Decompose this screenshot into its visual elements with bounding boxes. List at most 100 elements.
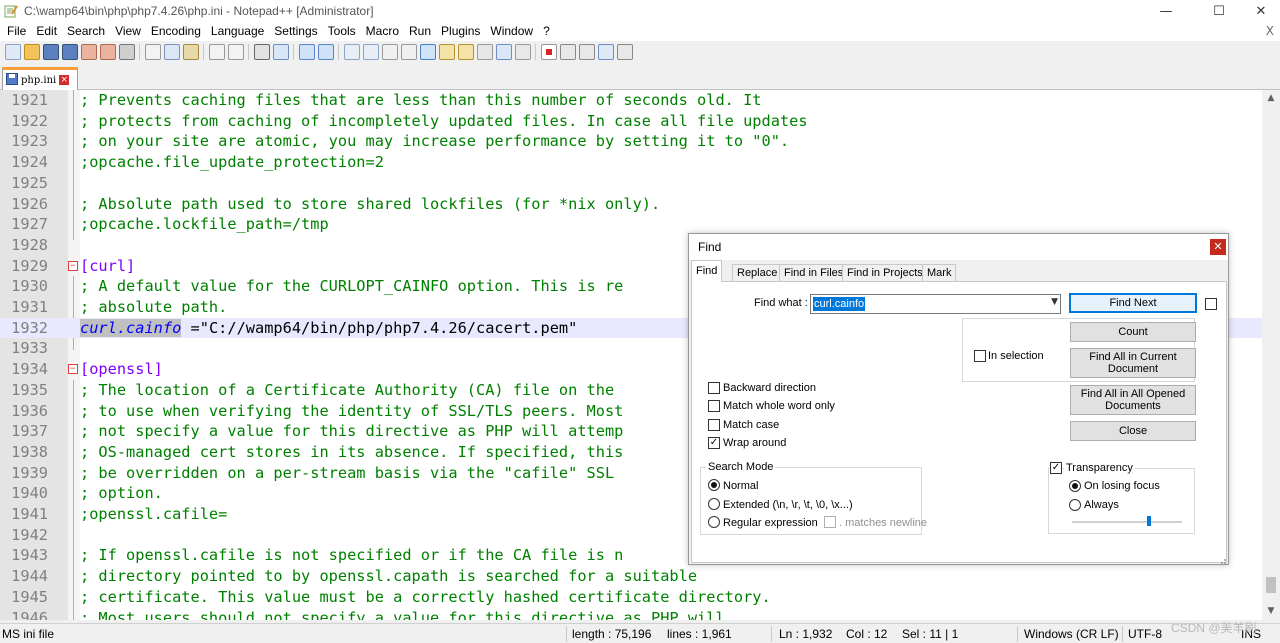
menu-plugins[interactable]: Plugins <box>436 22 485 41</box>
maximize-button[interactable]: ☐ <box>1196 0 1242 22</box>
wrap-around-checkbox[interactable]: ✓ <box>708 437 720 449</box>
match-whole-word-checkbox[interactable] <box>708 400 720 412</box>
tab-find-in-projects[interactable]: Find in Projects <box>842 264 928 282</box>
zoom-out-icon[interactable] <box>317 44 334 60</box>
normal-radio[interactable] <box>708 479 720 491</box>
backward-direction-checkbox[interactable] <box>708 382 720 394</box>
code-line[interactable]: 1946 ; Most users should not specify a va… <box>0 608 1262 621</box>
code-line[interactable]: 1923 ; on your site are atomic, you may i… <box>0 131 1262 152</box>
stop-macro-icon[interactable] <box>559 44 576 60</box>
menu-search[interactable]: Search <box>62 22 110 41</box>
find-all-opened-button[interactable]: Find All in All Opened Documents <box>1070 385 1196 415</box>
on-losing-focus-radio[interactable] <box>1069 480 1081 492</box>
matches-newline-checkbox[interactable] <box>824 516 836 528</box>
menu-language[interactable]: Language <box>206 22 269 41</box>
menu-run[interactable]: Run <box>404 22 436 41</box>
show-all-chars-icon[interactable] <box>400 44 417 60</box>
code-line[interactable]: 1945 ; certificate. This value must be a … <box>0 587 1262 608</box>
tab-php-ini[interactable]: php.ini × <box>2 67 78 90</box>
redo-icon[interactable] <box>227 44 244 60</box>
tab-replace[interactable]: Replace <box>732 264 783 282</box>
minimize-button[interactable]: — <box>1143 0 1189 22</box>
tab-mark[interactable]: Mark <box>922 264 957 282</box>
find-next-extra-checkbox[interactable] <box>1205 298 1217 310</box>
line-number: 1924 <box>11 153 48 172</box>
run-macro-multiple-icon[interactable] <box>597 44 614 60</box>
function-list-icon[interactable] <box>476 44 493 60</box>
scroll-down-icon[interactable]: ▼ <box>1262 603 1280 620</box>
scrollbar-thumb[interactable] <box>1266 577 1276 593</box>
menu-window[interactable]: Window <box>485 22 538 41</box>
replace-icon[interactable] <box>272 44 289 60</box>
menu-tools[interactable]: Tools <box>323 22 361 41</box>
find-dialog-close-icon[interactable]: ✕ <box>1210 239 1226 255</box>
transparency-checkbox[interactable]: ✓ <box>1050 462 1062 474</box>
code-line[interactable]: 1926 ; Absolute path used to store shared… <box>0 194 1262 215</box>
indent-guide-icon[interactable] <box>419 44 436 60</box>
paste-icon[interactable] <box>182 44 199 60</box>
sync-vertical-icon[interactable] <box>343 44 360 60</box>
word-wrap-icon[interactable] <box>381 44 398 60</box>
save-macro-icon[interactable] <box>616 44 633 60</box>
find-next-button[interactable]: Find Next <box>1069 293 1197 313</box>
doc-map-icon[interactable] <box>457 44 474 60</box>
tab-find-in-files[interactable]: Find in Files <box>779 264 849 282</box>
menu-file[interactable]: File <box>2 22 31 41</box>
monitoring-icon[interactable] <box>514 44 531 60</box>
print-icon[interactable] <box>118 44 135 60</box>
folder-workspace-icon[interactable] <box>495 44 512 60</box>
close-file-icon[interactable] <box>80 44 97 60</box>
menu-view[interactable]: View <box>110 22 146 41</box>
line-text: ; to use when verifying the identity of … <box>80 401 624 420</box>
code-line[interactable]: 1925 <box>0 173 1262 194</box>
copy-icon[interactable] <box>163 44 180 60</box>
menu-encoding[interactable]: Encoding <box>146 22 206 41</box>
regex-radio[interactable] <box>708 516 720 528</box>
menu-settings[interactable]: Settings <box>269 22 322 41</box>
cut-icon[interactable] <box>144 44 161 60</box>
extended-radio[interactable] <box>708 498 720 510</box>
menu-edit[interactable]: Edit <box>31 22 62 41</box>
vertical-scrollbar[interactable]: ▲ ▼ <box>1262 90 1280 620</box>
code-line[interactable]: 1922 ; protects from caching of incomplet… <box>0 111 1262 132</box>
backward-direction-label: Backward direction <box>723 382 816 394</box>
find-dialog-titlebar[interactable]: Find ✕ <box>689 234 1228 260</box>
save-icon[interactable] <box>42 44 59 60</box>
udl-icon[interactable] <box>438 44 455 60</box>
close-button[interactable]: Close <box>1070 421 1196 441</box>
new-file-icon[interactable] <box>4 44 21 60</box>
open-file-icon[interactable] <box>23 44 40 60</box>
sync-horizontal-icon[interactable] <box>362 44 379 60</box>
code-line[interactable]: 1927 ;opcache.lockfile_path=/tmp <box>0 214 1262 235</box>
resize-grip-icon[interactable] <box>1217 554 1227 564</box>
match-case-checkbox[interactable] <box>708 419 720 431</box>
find-all-current-button[interactable]: Find All in Current Document <box>1070 348 1196 378</box>
in-selection-checkbox[interactable] <box>974 350 986 362</box>
zoom-in-icon[interactable] <box>298 44 315 60</box>
record-macro-icon[interactable] <box>540 44 557 60</box>
code-line[interactable]: 1921 ; Prevents caching files that are le… <box>0 90 1262 111</box>
close-all-icon[interactable] <box>99 44 116 60</box>
tab-find[interactable]: Find <box>691 260 723 282</box>
close-window-button[interactable]: ✕ <box>1238 0 1280 22</box>
menu-help[interactable]: ? <box>538 22 555 41</box>
find-what-input[interactable]: curl.cainfo ▼ <box>810 294 1061 314</box>
save-all-icon[interactable] <box>61 44 78 60</box>
code-line[interactable]: 1944 ; directory pointed to by openssl.ca… <box>0 566 1262 587</box>
tab-close-icon[interactable]: × <box>59 75 70 85</box>
transparency-slider-track[interactable] <box>1072 521 1182 523</box>
play-macro-icon[interactable] <box>578 44 595 60</box>
toolbar-separator <box>338 44 339 60</box>
menu-macro[interactable]: Macro <box>361 22 404 41</box>
fold-toggle-icon[interactable]: − <box>68 364 78 375</box>
chevron-down-icon[interactable]: ▼ <box>1051 297 1058 307</box>
undo-icon[interactable] <box>208 44 225 60</box>
transparency-slider-thumb[interactable] <box>1147 516 1151 526</box>
always-radio[interactable] <box>1069 499 1081 511</box>
close-document-icon[interactable]: X <box>1266 22 1274 41</box>
count-button[interactable]: Count <box>1070 322 1196 342</box>
fold-toggle-icon[interactable]: − <box>68 260 78 271</box>
scroll-up-icon[interactable]: ▲ <box>1262 90 1280 107</box>
code-line[interactable]: 1924 ;opcache.file_update_protection=2 <box>0 152 1262 173</box>
find-icon[interactable] <box>253 44 270 60</box>
